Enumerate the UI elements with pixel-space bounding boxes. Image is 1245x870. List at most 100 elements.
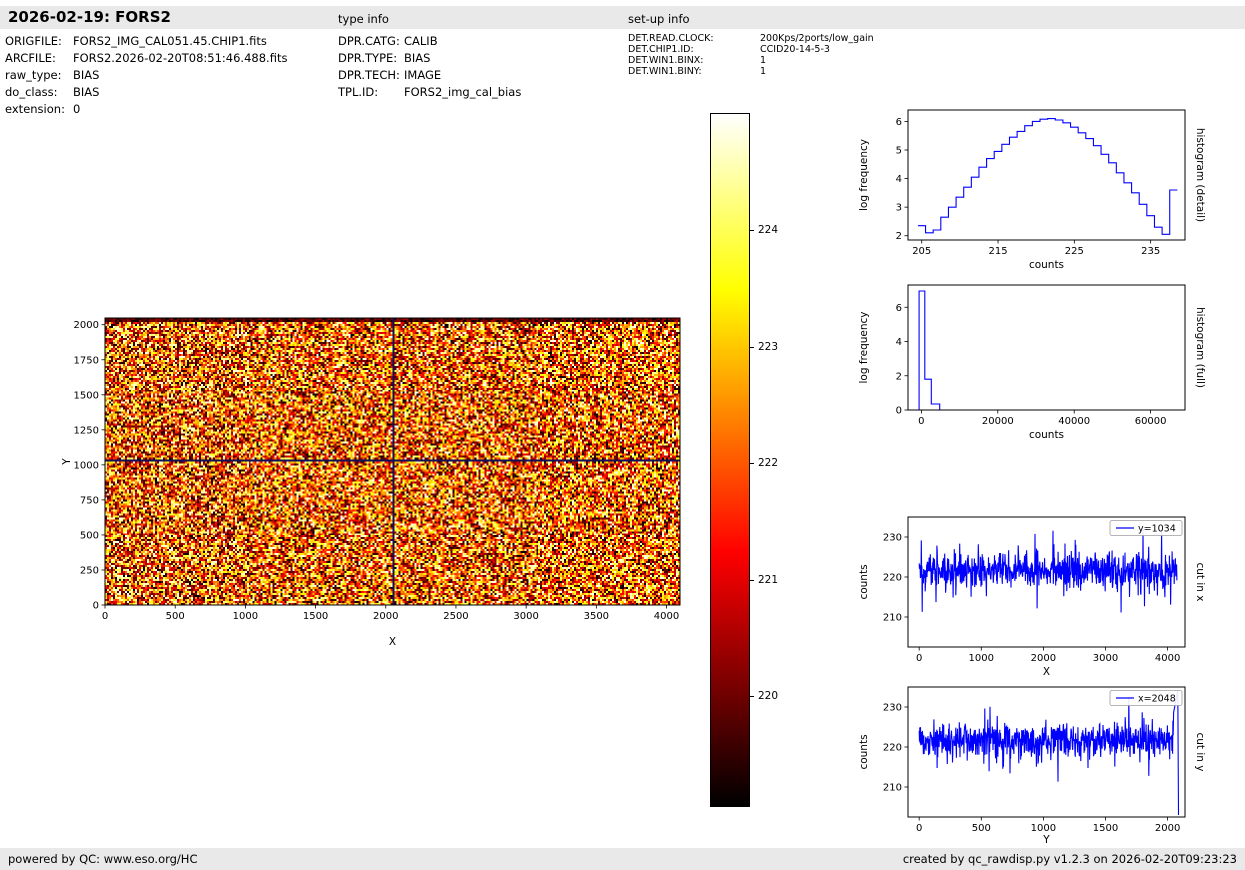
info-key: DET.CHIP1.ID: [628, 44, 694, 55]
colorbar: 220 221 222 223 224 [710, 113, 830, 807]
info-value: 0 [73, 102, 81, 116]
x-tick-label: 40000 [1058, 416, 1090, 427]
info-key: extension: [5, 102, 65, 116]
x-tick-label: 2000 [1155, 823, 1180, 834]
x-tick-label: 4000 [654, 611, 679, 622]
x-tick-label: 1000 [233, 611, 258, 622]
info-key: DET.READ.CLOCK: [628, 33, 714, 44]
info-key: DET.WIN1.BINY: [628, 66, 702, 77]
y-axis-label: counts [858, 734, 870, 769]
type-info-block: DPR.CATG: CALIB DPR.TYPE: BIAS DPR.TECH: IMAG… [338, 33, 521, 101]
y-tick-label: 0 [93, 601, 99, 612]
info-row: DPR.CATG: CALIB [338, 33, 521, 50]
type-info-heading: type info [338, 12, 389, 26]
x-tick-label: 500 [972, 823, 991, 834]
x-axis-label: X [389, 636, 396, 648]
info-value: 1 [760, 66, 767, 77]
right-axis-label: cut in y [1194, 732, 1206, 771]
y-tick-label: 230 [883, 703, 902, 714]
info-value: BIAS [73, 68, 100, 82]
setup-info-block: DET.READ.CLOCK: 200Kps/2ports/low_gain DET… [628, 33, 874, 77]
x-tick-label: 205 [912, 246, 931, 257]
plot-box [104, 317, 681, 606]
info-key: ORIGFILE: [5, 34, 62, 48]
footer-created-by: created by qc_rawdisp.py v1.2.3 on 2026-… [902, 852, 1237, 866]
x-tick-label: 2000 [373, 611, 398, 622]
chart-cut-y: 0 500 1000 1500 2000 210 220 230 Ycounts cut in y… [858, 686, 1206, 846]
x-tick-label: 2000 [1031, 653, 1056, 664]
info-key: DPR.TYPE: [338, 51, 398, 65]
right-axis-label: histogram (full) [1194, 307, 1206, 388]
y-tick-label: 250 [80, 565, 99, 576]
colorbar-tick-label: 222 [758, 457, 779, 470]
info-value: BIAS [404, 51, 431, 65]
colorbar-tick-label: 220 [758, 690, 779, 703]
colorbar-gradient [710, 113, 750, 807]
x-tick-label: 1500 [303, 611, 328, 622]
footer-bar: powered by QC: www.eso.org/HC created by… [0, 848, 1245, 870]
info-row: do_class: BIAS [5, 84, 287, 101]
x-tick-label: 20000 [982, 416, 1014, 427]
y-tick-label: 210 [883, 613, 902, 624]
x-tick-label: 0 [916, 823, 922, 834]
right-axis-label: histogram (detail) [1194, 128, 1206, 222]
legend-label: x=2048 [1138, 694, 1176, 705]
x-tick-label: 60000 [1135, 416, 1167, 427]
info-row: TPL.ID: FORS2_img_cal_bias [338, 84, 521, 101]
info-row: DET.READ.CLOCK: 200Kps/2ports/low_gain [628, 33, 874, 44]
plot-box [907, 686, 1186, 818]
y-tick-label: 750 [80, 495, 99, 506]
info-row: raw_type: BIAS [5, 67, 287, 84]
y-tick-label: 5 [896, 146, 902, 157]
y-tick-label: 220 [883, 743, 902, 754]
info-value: IMAGE [404, 68, 442, 82]
header-bar [0, 6, 1245, 29]
y-tick-label: 1750 [74, 355, 99, 366]
chart-hist-full: 0 20000 40000 60000 0 2 4 6 counts log frequency h… [858, 284, 1206, 441]
x-tick-label: 235 [1141, 246, 1160, 257]
colorbar-tick [750, 346, 754, 348]
info-row: DPR.TYPE: BIAS [338, 50, 521, 67]
x-tick-label: 0 [102, 611, 108, 622]
info-row: DET.WIN1.BINY: 1 [628, 66, 874, 77]
info-row: DPR.TECH: IMAGE [338, 67, 521, 84]
file-info-block: ORIGFILE: FORS2_IMG_CAL051.45.CHIP1.fits A… [5, 33, 287, 118]
y-tick-label: 0 [896, 406, 902, 417]
info-row: DET.CHIP1.ID: CCID20-14-5-3 [628, 44, 874, 55]
info-row: ARCFILE: FORS2.2026-02-20T08:51:46.488.fi… [5, 50, 287, 67]
info-value: BIAS [73, 85, 100, 99]
x-tick-label: 0 [918, 416, 924, 427]
x-tick-label: 0 [916, 653, 922, 664]
info-value: CCID20-14-5-3 [760, 44, 830, 55]
y-tick-label: 2 [896, 371, 902, 382]
chart-hist-detail: 205 215 225 23523456countslog frequency hist… [858, 109, 1206, 271]
y-tick-label: 6 [896, 117, 902, 128]
info-key: raw_type: [5, 68, 62, 82]
footer-powered-by: powered by QC: www.eso.org/HC [8, 852, 198, 866]
y-tick-label: 2 [896, 231, 902, 242]
info-key: do_class: [5, 85, 58, 99]
plot-box [907, 284, 1186, 411]
info-value: FORS2_IMG_CAL051.45.CHIP1.fits [73, 34, 267, 48]
colorbar-tick-label: 221 [758, 573, 779, 586]
x-tick-label: 1000 [969, 653, 994, 664]
y-tick-label: 2000 [74, 320, 99, 331]
y-axis-label: log frequency [858, 311, 870, 383]
chart-cut-x: 0 1000 2000 3000 4000210220230Xcounts cut in … [858, 516, 1206, 678]
x-tick-label: 2500 [443, 611, 468, 622]
info-key: ARCFILE: [5, 51, 56, 65]
info-row: DET.WIN1.BINX: 1 [628, 55, 874, 66]
chart-main-image: 0 500 1000 1500 2000 2500 3000 3500 4000 0 250 500 7… [61, 317, 681, 648]
x-tick-label: 215 [988, 246, 1007, 257]
info-row: ORIGFILE: FORS2_IMG_CAL051.45.CHIP1.fits [5, 33, 287, 50]
info-value: 1 [760, 55, 767, 66]
y-tick-label: 210 [883, 783, 902, 794]
colorbar-tick-label: 223 [758, 340, 779, 353]
info-value: FORS2_img_cal_bias [404, 85, 522, 99]
info-key: TPL.ID: [338, 85, 379, 99]
legend-label: y=1034 [1138, 524, 1176, 535]
info-key: DET.WIN1.BINX: [628, 55, 704, 66]
series-line [908, 290, 1185, 411]
y-tick-label: 4 [896, 337, 902, 348]
x-axis-label: counts [1029, 429, 1064, 441]
